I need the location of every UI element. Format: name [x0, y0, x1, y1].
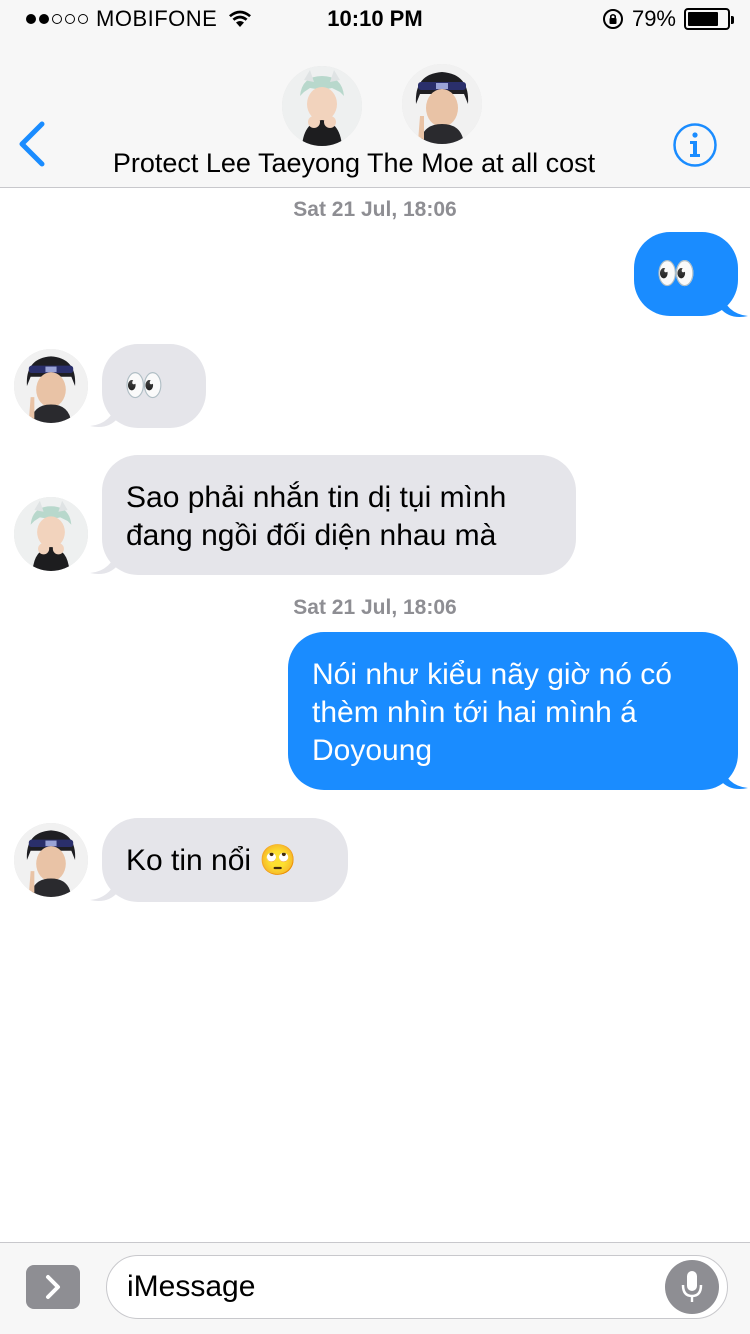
- battery-level: [688, 12, 719, 26]
- rotation-lock-icon: [602, 9, 623, 29]
- message-text: Ko tin nổi 🙄: [126, 844, 297, 877]
- status-right: 79%: [602, 6, 734, 32]
- bubble-tail: [90, 874, 118, 901]
- chevron-right-icon: [46, 1275, 60, 1299]
- message-text: Doyoung: [312, 734, 433, 767]
- bubble-tail: [90, 547, 118, 574]
- avatar[interactable]: [14, 349, 88, 423]
- message-text: Nói như kiểu nãy giờ nó có: [312, 658, 672, 691]
- signal-dot: [65, 14, 75, 24]
- avatar: [402, 64, 482, 144]
- input-placeholder: iMessage: [127, 1270, 256, 1303]
- outgoing-message-bubble[interactable]: Nói như kiểu nãy giờ nó có thèm nhìn tới…: [288, 632, 738, 790]
- incoming-message-bubble[interactable]: Sao phải nhắn tin dị tụi mình đang ngồi …: [102, 455, 576, 575]
- message-input[interactable]: iMessage: [106, 1255, 728, 1319]
- signal-dot: [52, 14, 62, 24]
- status-left: MOBIFONE: [26, 6, 253, 32]
- bubble-tail: [720, 290, 748, 317]
- timestamp: Sat 21 Jul, 18:06: [293, 198, 457, 221]
- message-text: 👀: [124, 367, 164, 403]
- wifi-icon: [229, 10, 252, 27]
- battery-icon: [684, 8, 734, 30]
- signal-dot: [78, 14, 88, 24]
- signal-dot: [26, 14, 36, 24]
- status-bar: MOBIFONE 10:10 PM 79%: [0, 0, 750, 40]
- message-text: 👀: [656, 255, 696, 291]
- signal-dot: [39, 14, 49, 24]
- message-text: đang ngồi đối diện nhau mà: [126, 519, 497, 552]
- avatar[interactable]: [14, 823, 88, 897]
- bubble-tail: [720, 762, 748, 789]
- signal-strength-icon: [26, 14, 88, 24]
- carrier-name: MOBIFONE: [96, 6, 218, 31]
- battery-tip: [731, 16, 734, 24]
- avatar: [282, 66, 362, 146]
- battery-percent: 79%: [631, 6, 676, 31]
- info-icon[interactable]: [672, 122, 718, 168]
- incoming-message-bubble[interactable]: Ko tin nổi 🙄: [102, 818, 348, 902]
- apps-button[interactable]: [26, 1265, 80, 1309]
- message-text: thèm nhìn tới hai mình á: [312, 696, 637, 729]
- microphone-icon: [681, 1271, 703, 1302]
- conversation-title[interactable]: Protect Lee Taeyong The Moe at all cost: [0, 148, 708, 179]
- bubble-tail: [90, 400, 118, 427]
- timestamp: Sat 21 Jul, 18:06: [293, 596, 457, 619]
- conversation-header: Protect Lee Taeyong The Moe at all cost: [0, 40, 750, 188]
- message-text: Sao phải nhắn tin dị tụi mình: [126, 481, 507, 514]
- group-avatars[interactable]: [282, 64, 482, 146]
- message-input-bar: iMessage: [0, 1242, 750, 1334]
- microphone-button[interactable]: [665, 1260, 719, 1314]
- avatar[interactable]: [14, 497, 88, 571]
